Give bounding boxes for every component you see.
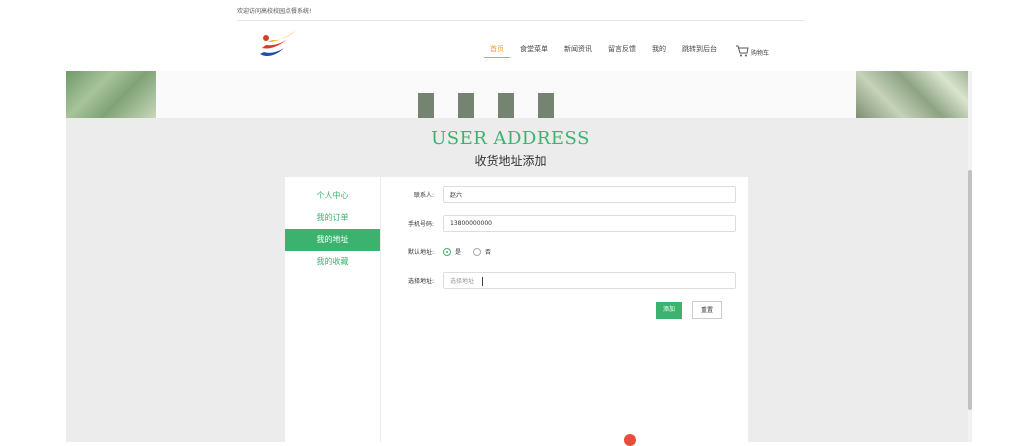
nav-item-feedback[interactable]: 留言反馈 xyxy=(602,44,642,57)
nav-item-mine[interactable]: 我的 xyxy=(646,44,672,57)
floating-red-dot-icon xyxy=(624,434,636,446)
default-yes-radio[interactable]: 是 xyxy=(443,247,461,256)
banner-image-right xyxy=(856,71,968,118)
scrollbar-thumb[interactable] xyxy=(968,170,972,410)
cart-link[interactable]: 购物车 xyxy=(735,44,769,57)
default-address-label: 默认地址: xyxy=(407,249,434,256)
radio-checked-icon xyxy=(443,247,451,256)
nav-item-admin[interactable]: 跳转到后台 xyxy=(676,44,723,57)
address-label: 选择地址: xyxy=(407,278,434,285)
page-title-en: USER ADDRESS xyxy=(431,128,590,149)
sidebar-item-favorites[interactable]: 我的收藏 xyxy=(285,251,380,273)
logo-swirl-icon[interactable] xyxy=(256,28,300,62)
nav-item-news[interactable]: 新闻资讯 xyxy=(558,44,598,57)
phone-input[interactable]: 13800000000 xyxy=(443,215,736,232)
welcome-text: 欢迎访问高校校园点餐系统! xyxy=(237,8,312,15)
hero-banner xyxy=(66,71,968,118)
address-select-input[interactable]: 选择地址 xyxy=(443,272,736,289)
contact-input[interactable]: 赵六 xyxy=(443,186,736,203)
default-no-label: 否 xyxy=(485,249,492,256)
add-button[interactable]: 添加 xyxy=(656,302,682,319)
sidebar-item-profile[interactable]: 个人中心 xyxy=(285,185,380,207)
sidebar-item-orders[interactable]: 我的订单 xyxy=(285,207,380,229)
default-no-radio[interactable]: 否 xyxy=(473,247,491,256)
default-yes-label: 是 xyxy=(455,249,462,256)
reset-button[interactable]: 重置 xyxy=(692,301,722,319)
sidebar-item-address[interactable]: 我的地址 xyxy=(285,229,380,251)
banner-letter-shapes xyxy=(418,93,554,118)
address-form: 联系人: 赵六 手机号码: 13800000000 默认地址: 是 否 选择地址… xyxy=(381,177,748,442)
main-nav: 首页 食堂菜单 新闻资讯 留言反馈 我的 跳转到后台 购物车 xyxy=(484,44,769,58)
page-title: 收货地址添加 xyxy=(474,154,547,168)
cart-icon xyxy=(736,45,749,56)
radio-unchecked-icon xyxy=(473,247,482,256)
nav-item-home[interactable]: 首页 xyxy=(484,44,510,58)
nav-item-menu[interactable]: 食堂菜单 xyxy=(514,44,554,57)
user-sidebar: 个人中心 我的订单 我的地址 我的收藏 xyxy=(285,177,380,442)
cart-label: 购物车 xyxy=(751,50,770,57)
header-divider xyxy=(237,20,804,21)
phone-label: 手机号码: xyxy=(407,221,434,228)
banner-image-left xyxy=(66,71,156,118)
contact-label: 联系人: xyxy=(413,192,434,199)
text-cursor-icon xyxy=(482,277,483,286)
